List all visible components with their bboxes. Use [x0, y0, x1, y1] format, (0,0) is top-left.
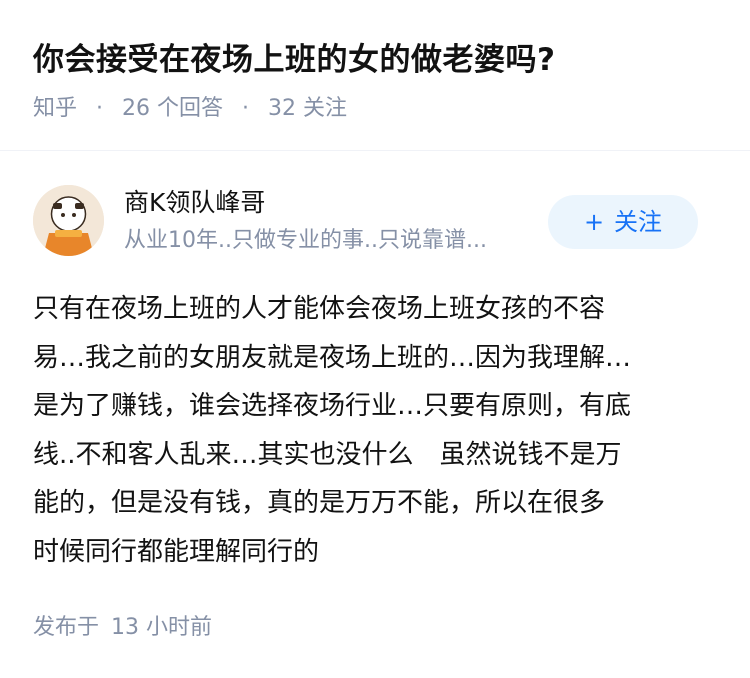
answer-line: 易…我之前的女朋友就是夜场上班的…因为我理解… — [33, 342, 632, 373]
question-title[interactable]: 你会接受在夜场上班的女的做老婆吗? — [33, 38, 555, 82]
meta-separator: · — [242, 96, 250, 121]
posted-time: 13 小时前 — [111, 615, 213, 640]
posted-label: 发布于 — [33, 615, 100, 640]
answer-line: 是为了赚钱，谁会选择夜场行业…只要有原则，有底 — [33, 391, 632, 421]
author-bio: 从业10年..只做专业的事..只说靠谱... — [124, 228, 487, 253]
source-label[interactable]: 知乎 — [33, 96, 77, 121]
avatar[interactable] — [33, 185, 104, 256]
follow-button[interactable]: + 关注 — [548, 195, 698, 249]
followers-count: 32 — [268, 96, 297, 121]
meta-separator: · — [96, 96, 104, 121]
answers-count: 26 — [122, 96, 151, 121]
answer-line: 能的，但是没有钱，真的是万万不能，所以在很多 — [33, 488, 606, 518]
answer-line: 只有在夜场上班的人才能体会夜场上班女孩的不容 — [33, 294, 606, 324]
followers-label: 关注 — [303, 96, 348, 121]
question-header: 你会接受在夜场上班的女的做老婆吗? 知乎 · 26 个回答 · 32 关注 — [0, 0, 750, 151]
question-meta: 知乎 · 26 个回答 · 32 关注 — [33, 93, 347, 125]
follow-label: 关注 — [614, 208, 663, 236]
answer-content[interactable]: 只有在夜场上班的人才能体会夜场上班女孩的不容 易…我之前的女朋友就是夜场上班的…… — [33, 285, 723, 576]
post-time: 发布于 13 小时前 — [33, 612, 212, 644]
answer-line: 时候同行都能理解同行的 — [33, 536, 320, 567]
author-name[interactable]: 商K领队峰哥 — [124, 185, 265, 221]
author-card: 商K领队峰哥 从业10年..只做专业的事..只说靠谱... + 关注 — [33, 185, 723, 265]
plus-icon: + — [583, 208, 605, 236]
avatar-image — [33, 185, 104, 256]
answers-label: 个回答 — [157, 96, 224, 121]
answer-line: 线..不和客人乱来…其实也没什么 虽然说钱不是万 — [33, 439, 622, 470]
